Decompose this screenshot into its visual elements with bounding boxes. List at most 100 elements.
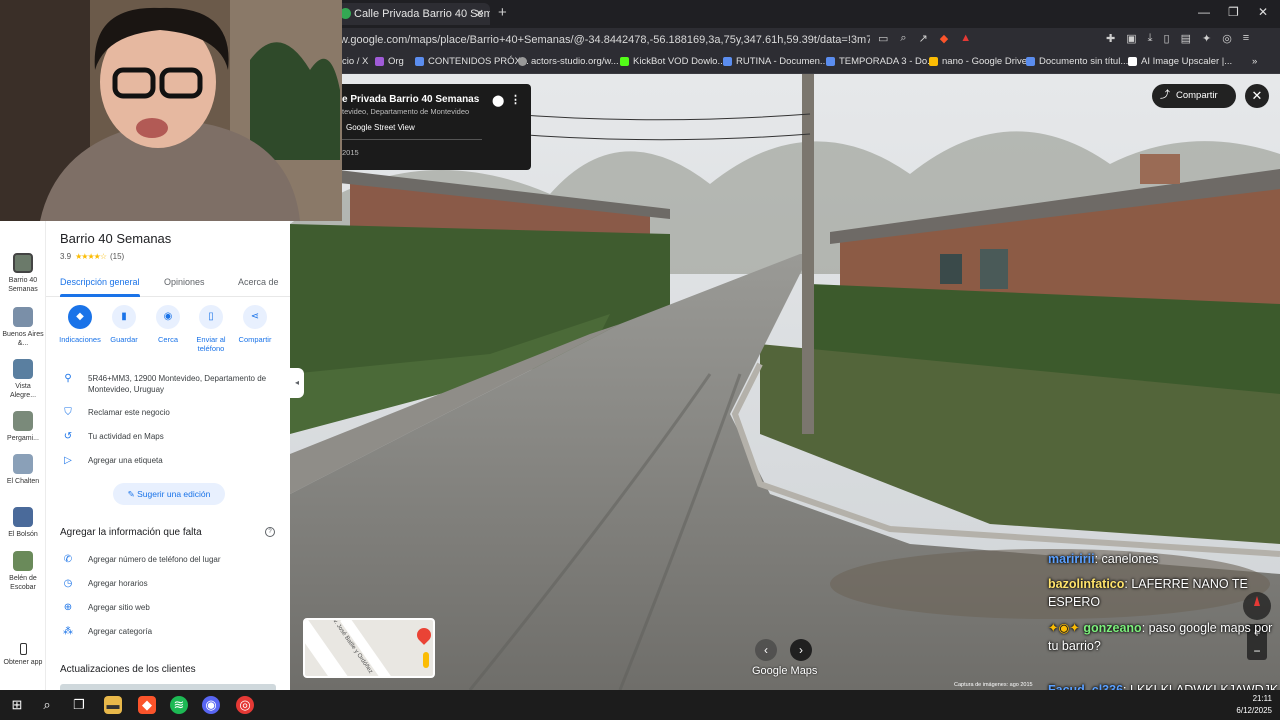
extensions-icon[interactable]: ✚: [1106, 32, 1115, 45]
place-title: Barrio 40 Semanas: [60, 231, 172, 246]
bookmark-icon: [375, 57, 384, 66]
divider: [342, 139, 482, 140]
brave-shield-icon[interactable]: ◆: [940, 32, 948, 45]
save-button[interactable]: ▮ Guardar: [102, 305, 146, 344]
bookmark-item[interactable]: actors-studio.org/w...: [518, 56, 619, 67]
address-bar[interactable]: w.google.com/maps/place/Barrio+40+Semana…: [340, 32, 870, 48]
nearby-button[interactable]: ◉ Cerca: [146, 305, 190, 344]
chat-username: bazolinfatico: [1048, 577, 1125, 591]
tab-overview[interactable]: Descripción general: [60, 277, 140, 287]
browser-tab[interactable]: Calle Privada Barrio 40 Semanas ✕: [334, 3, 490, 25]
forward-arrow-icon[interactable]: ›: [790, 639, 812, 661]
suggest-edit-button[interactable]: ✎ Sugerir una edición: [113, 483, 225, 505]
sv-place-subtitle: tevideo, Departamento de Montevideo: [342, 107, 470, 116]
missing-info-heading: Agregar la información que falta: [60, 527, 202, 538]
rail-item-vista-alegre[interactable]: Vista Alegre...: [2, 359, 44, 400]
place-rating[interactable]: 3.9 ★★★★☆ (15): [60, 252, 124, 261]
doc-icon: [826, 57, 835, 66]
bookmark-item[interactable]: RUTINA - Documen...: [723, 56, 828, 67]
history-icon: ↺: [63, 431, 73, 442]
place-thumbnail: [13, 454, 33, 474]
bookmarks-more[interactable]: »: [1252, 56, 1257, 67]
get-app-button[interactable]: Obtener app: [2, 643, 44, 667]
rail-item-barrio-40-semanas[interactable]: Barrio 40 Semanas: [2, 253, 44, 294]
vpn-icon[interactable]: ◎: [1222, 32, 1232, 45]
kick-icon: [620, 57, 629, 66]
file-explorer-icon[interactable]: ▬: [104, 696, 122, 714]
bookmark-item[interactable]: cio / X: [342, 56, 368, 67]
share-page-icon[interactable]: ↗: [919, 32, 928, 45]
close-window-icon[interactable]: ✕: [1258, 5, 1268, 19]
chat-username: mariririi: [1048, 552, 1095, 566]
brave-browser-icon[interactable]: ◆: [138, 696, 156, 714]
bookmark-item[interactable]: Org: [375, 56, 404, 67]
new-tab-button[interactable]: +: [498, 4, 507, 21]
close-streetview-button[interactable]: ✕: [1245, 84, 1269, 108]
location-pin-icon[interactable]: ⬤: [492, 94, 504, 107]
sidebar-icon[interactable]: ▯: [1164, 32, 1170, 45]
chat-message: mariririi: canelones: [1048, 552, 1159, 566]
globe-icon: ⊕: [63, 602, 73, 613]
download-icon[interactable]: ⤓: [1148, 32, 1153, 45]
webcam-overlay: [0, 0, 342, 221]
rating-value: 3.9: [60, 252, 72, 261]
task-view-icon[interactable]: ❐: [70, 696, 88, 714]
recent-places-rail: Barrio 40 Semanas Buenos Aires &... Vist…: [0, 221, 46, 690]
rail-item-pergamino[interactable]: Pergami...: [2, 411, 44, 443]
search-icon[interactable]: ⌕: [38, 696, 56, 714]
discord-icon[interactable]: ◉: [202, 696, 220, 714]
help-icon[interactable]: ?: [265, 527, 275, 537]
ai-upscaler-icon: [1128, 57, 1137, 66]
windows-start-icon[interactable]: ⊞: [8, 696, 26, 714]
minimap[interactable]: Bv. José Batlle y Ordóñez: [303, 618, 435, 678]
place-thumbnail: [13, 359, 33, 379]
obs-icon[interactable]: ◎: [236, 696, 254, 714]
rail-item-buenos-aires[interactable]: Buenos Aires &...: [2, 307, 44, 348]
clock-date: 6/12/2025: [1236, 706, 1272, 715]
collapse-panel-button[interactable]: ◂: [290, 368, 304, 398]
place-thumbnail: [13, 307, 33, 327]
share-button[interactable]: ⤴ Compartir: [1152, 84, 1236, 108]
customer-updates-heading: Actualizaciones de los clientes: [60, 664, 196, 675]
sv-source[interactable]: Google Street View: [346, 123, 415, 132]
tab-reviews[interactable]: Opiniones: [164, 277, 205, 287]
back-arrow-icon[interactable]: ‹: [755, 639, 777, 661]
ai-icon[interactable]: ✦: [1202, 32, 1211, 45]
restore-icon[interactable]: ❐: [1228, 5, 1239, 19]
drive-icon: [929, 57, 938, 66]
rail-item-el-chalten[interactable]: El Chalten: [2, 454, 44, 486]
bookmark-item[interactable]: CONTENIDOS PRÓX...: [415, 56, 529, 67]
send-to-phone-button[interactable]: ▯ Enviar al teléfono: [189, 305, 233, 353]
location-pin-icon: [414, 625, 433, 645]
minimize-icon[interactable]: —: [1198, 5, 1210, 19]
share-place-button[interactable]: ⋖ Compartir: [233, 305, 277, 344]
label-icon: ▷: [64, 455, 72, 466]
tab-about[interactable]: Acerca de: [238, 277, 279, 287]
screen: Calle Privada Barrio 40 Semanas ✕ + — ❐ …: [0, 0, 1280, 720]
system-clock[interactable]: 21:11 6/12/2025: [1232, 693, 1272, 717]
rail-item-belen-de-escobar[interactable]: Belén de Escobar: [2, 551, 44, 592]
spotify-icon[interactable]: ≋: [170, 696, 188, 714]
google-maps-brand: Google Maps: [752, 665, 818, 677]
bookmark-item[interactable]: AI Image Upscaler |...: [1128, 56, 1232, 67]
doc-icon: [723, 57, 732, 66]
wallet-extension-icon[interactable]: ▤: [1181, 32, 1191, 45]
rail-item-el-bolson[interactable]: El Bolsón: [2, 507, 44, 539]
pencil-icon: ✎: [127, 489, 138, 499]
zoom-icon[interactable]: ⌕: [900, 32, 906, 45]
cast-icon[interactable]: ▭: [878, 32, 888, 45]
bookmark-item[interactable]: Documento sin títul...: [1026, 56, 1128, 67]
street-view-info-card: e Privada Barrio 40 Semanas tevideo, Dep…: [336, 84, 531, 170]
share-icon: ⤴: [1160, 90, 1170, 101]
pegman-icon[interactable]: [423, 652, 429, 668]
tab-close-icon[interactable]: ✕: [475, 3, 484, 25]
bookmark-item[interactable]: nano - Google Drive: [929, 56, 1027, 67]
more-options-icon[interactable]: ⋮: [510, 93, 521, 106]
wallet-icon[interactable]: ▣: [1126, 32, 1136, 45]
menu-icon[interactable]: ≡: [1243, 32, 1249, 45]
bookmark-item[interactable]: KickBot VOD Dowlo...: [620, 56, 725, 67]
bookmark-item[interactable]: TEMPORADA 3 - Do...: [826, 56, 935, 67]
brave-rewards-icon[interactable]: ▲: [960, 32, 971, 45]
directions-button[interactable]: ◆ Indicaciones: [58, 305, 102, 344]
active-tab-indicator: [60, 294, 140, 297]
